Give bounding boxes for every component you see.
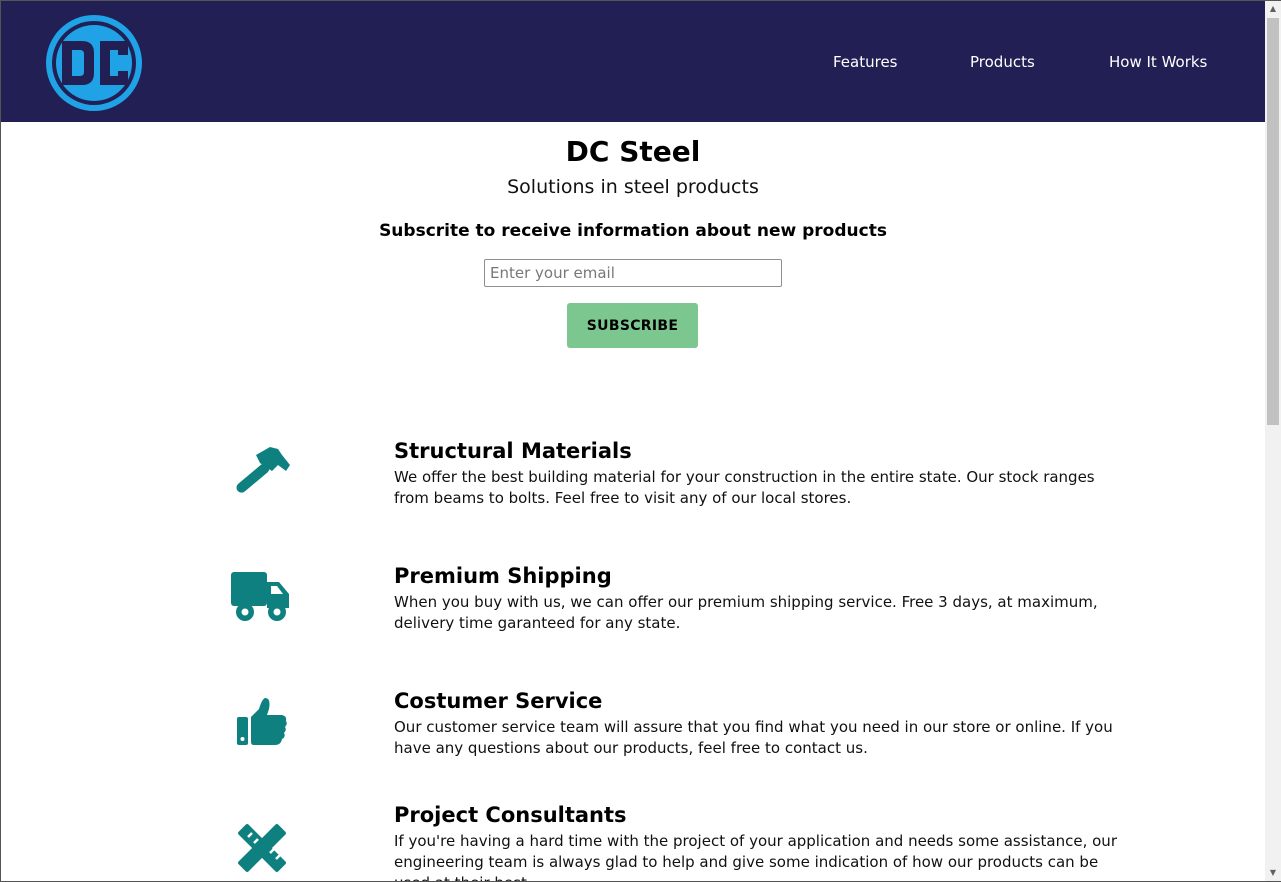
nav-products[interactable]: Products (970, 53, 1035, 71)
pencil-ruler-icon (238, 824, 286, 872)
scroll-down-arrow-icon[interactable]: ▼ (1265, 865, 1281, 881)
feature-title: Premium Shipping (394, 564, 612, 588)
nav-how-it-works[interactable]: How It Works (1109, 53, 1207, 71)
subscribe-button[interactable]: SUBSCRIBE (567, 303, 698, 348)
truck-icon (231, 572, 289, 621)
feature-text: Our customer service team will assure th… (394, 718, 1113, 757)
vertical-scrollbar[interactable]: ▲ ▼ (1265, 1, 1281, 881)
feature-title: Structural Materials (394, 439, 632, 463)
email-input[interactable] (484, 259, 782, 287)
scrollbar-thumb[interactable] (1267, 18, 1279, 425)
feature-text: When you buy with us, we can offer our p… (394, 593, 1098, 632)
subscribe-label: Subscrite to receive information about n… (379, 221, 887, 241)
feature-title: Project Consultants (394, 803, 627, 827)
feature-title: Costumer Service (394, 689, 603, 713)
nav-features[interactable]: Features (833, 53, 898, 71)
scroll-up-arrow-icon[interactable]: ▲ (1265, 1, 1281, 17)
main-nav: Features Products How It Works (1, 53, 1265, 77)
hammer-icon (236, 447, 290, 493)
site-header: DC Features Products How It Works (1, 1, 1265, 122)
page-title: DC Steel (565, 135, 701, 168)
feature-text: If you're having a hard time with the pr… (394, 832, 1117, 881)
page: DC Features Products How It Works DC Ste… (1, 1, 1265, 881)
feature-text: We offer the best building material for … (394, 468, 1095, 507)
thumbs-up-icon (237, 698, 287, 745)
page-subtitle: Solutions in steel products (507, 176, 759, 198)
